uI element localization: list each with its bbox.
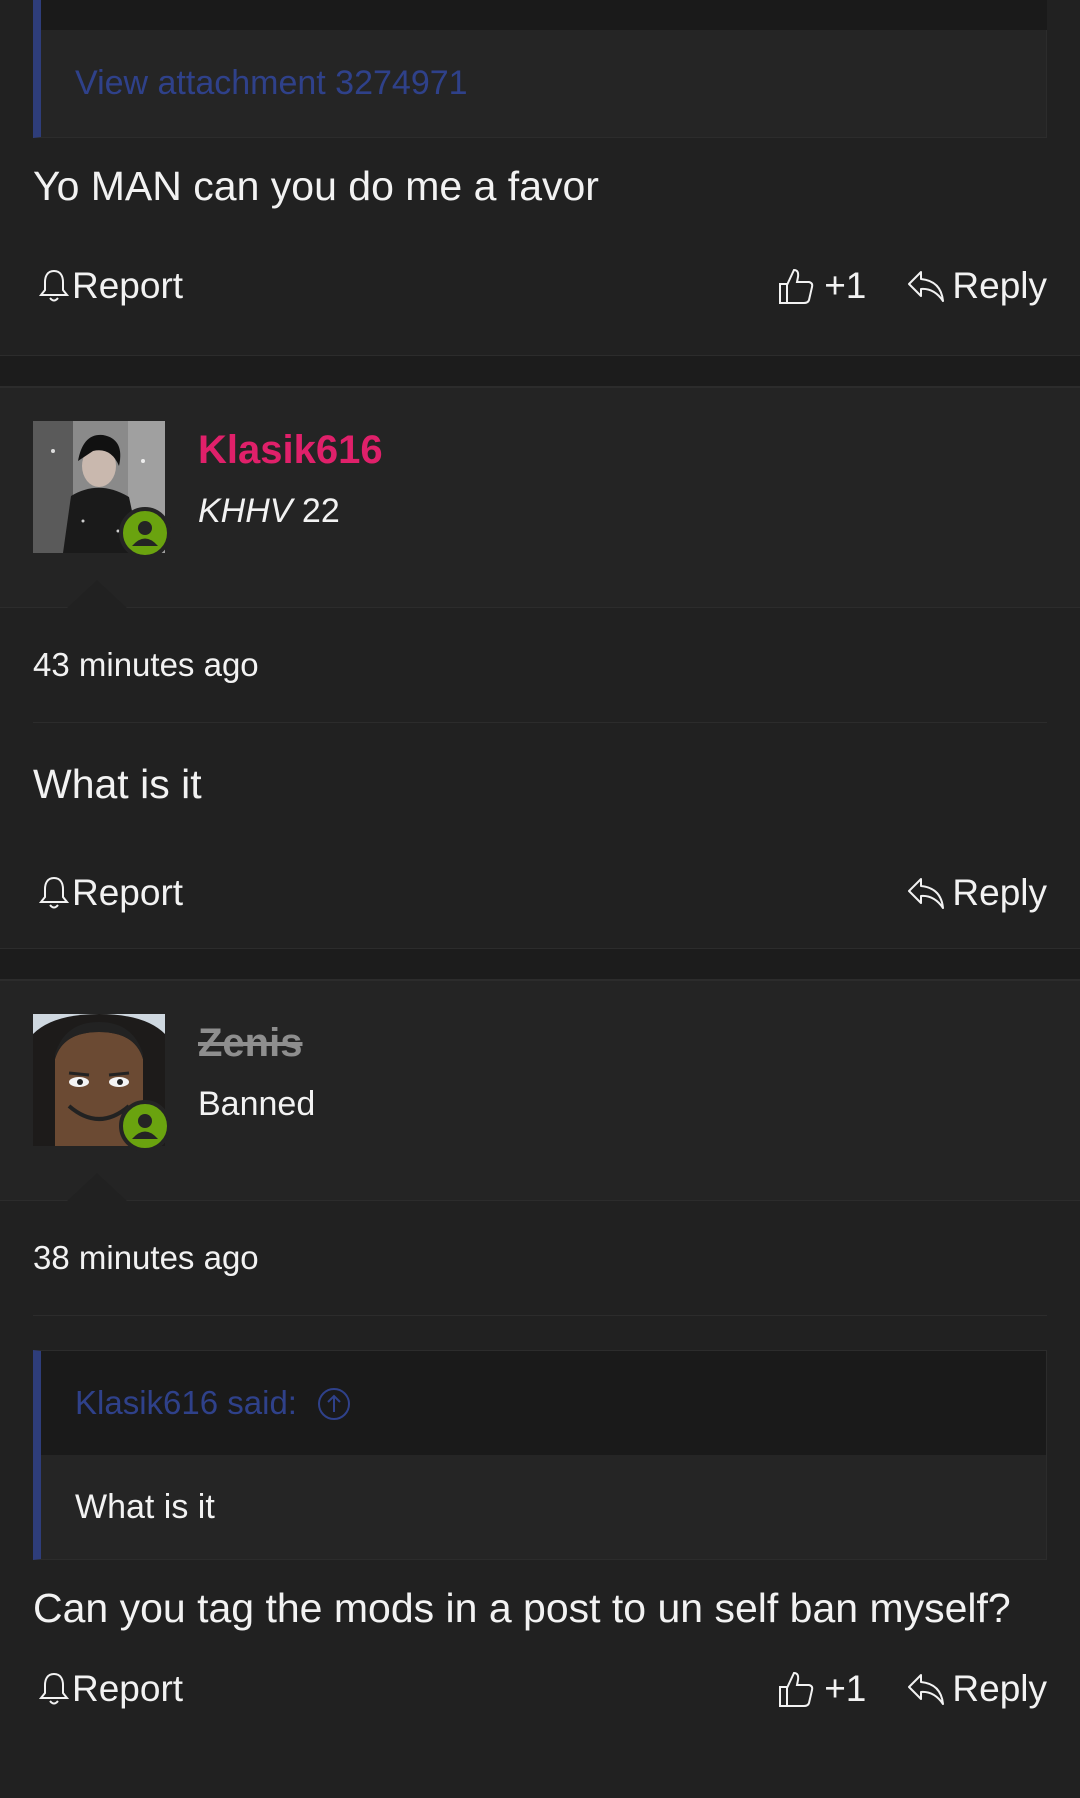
attachment-link[interactable]: View attachment 3274971 bbox=[41, 30, 1046, 137]
post-actions: Report Reply bbox=[0, 865, 1080, 921]
reply-arrow-icon bbox=[906, 875, 946, 911]
post-separator bbox=[0, 355, 1080, 387]
user-title-italic: KHHV bbox=[198, 492, 293, 530]
post-3: Zenis Banned 38 minutes ago Klasik616 sa… bbox=[0, 980, 1080, 1798]
like-count: +1 bbox=[824, 1668, 867, 1709]
reply-label: Reply bbox=[952, 1668, 1047, 1709]
like-button[interactable]: +1 bbox=[776, 1668, 866, 1710]
user-header: Klasik616 KHHV 22 bbox=[0, 387, 1080, 608]
post-actions: Report +1 Reply bbox=[0, 258, 1080, 314]
user-title: KHHV 22 bbox=[198, 492, 340, 531]
post-time[interactable]: 43 minutes ago bbox=[33, 608, 1047, 723]
report-button[interactable]: Report bbox=[38, 1668, 183, 1710]
thumbs-up-icon bbox=[776, 1669, 816, 1709]
reply-label: Reply bbox=[952, 265, 1047, 306]
report-label: Report bbox=[72, 872, 184, 913]
reply-arrow-icon bbox=[906, 1671, 946, 1707]
quote-author[interactable]: Klasik616 said: bbox=[41, 1351, 1046, 1455]
reply-button[interactable]: Reply bbox=[906, 265, 1047, 307]
quote-block: Klasik616 said: What is it bbox=[33, 1350, 1047, 1560]
like-button[interactable]: +1 bbox=[776, 265, 866, 307]
reply-label: Reply bbox=[952, 872, 1047, 913]
quote-top-strip bbox=[33, 0, 1047, 30]
bell-icon bbox=[38, 875, 70, 911]
report-label: Report bbox=[72, 265, 184, 306]
reply-button[interactable]: Reply bbox=[906, 872, 1047, 914]
post-2: Klasik616 KHHV 22 43 minutes ago What is… bbox=[0, 387, 1080, 948]
post-separator bbox=[0, 948, 1080, 980]
header-pointer bbox=[67, 1173, 127, 1201]
post-actions-right: +1 Reply bbox=[776, 1668, 1047, 1710]
quote-text: What is it bbox=[41, 1455, 1046, 1559]
bell-icon bbox=[38, 1671, 70, 1707]
post-message: Yo MAN can you do me a favor bbox=[33, 163, 599, 209]
post-actions-right: Reply bbox=[906, 872, 1047, 914]
arrow-up-circle-icon[interactable] bbox=[317, 1387, 350, 1420]
post-message: What is it bbox=[33, 761, 202, 807]
bell-icon bbox=[38, 268, 70, 304]
user-header: Zenis Banned bbox=[0, 980, 1080, 1201]
post-1: View attachment 3274971 Yo MAN can you d… bbox=[0, 0, 1080, 355]
post-actions: Report +1 Reply bbox=[0, 1661, 1080, 1717]
user-title-rest: 22 bbox=[292, 492, 340, 530]
reply-arrow-icon bbox=[906, 268, 946, 304]
post-actions-right: +1 Reply bbox=[776, 265, 1047, 307]
like-count: +1 bbox=[824, 265, 867, 306]
report-button[interactable]: Report bbox=[38, 872, 183, 914]
online-user-icon bbox=[119, 507, 171, 559]
username[interactable]: Klasik616 bbox=[198, 428, 383, 473]
post-message: Can you tag the mods in a post to un sel… bbox=[33, 1585, 1011, 1631]
header-pointer bbox=[67, 580, 127, 608]
report-label: Report bbox=[72, 1668, 184, 1709]
post-time[interactable]: 38 minutes ago bbox=[33, 1201, 1047, 1316]
reply-button[interactable]: Reply bbox=[906, 1668, 1047, 1710]
online-user-icon bbox=[119, 1100, 171, 1152]
username[interactable]: Zenis bbox=[198, 1021, 302, 1066]
user-title: Banned bbox=[198, 1085, 316, 1123]
thumbs-up-icon bbox=[776, 266, 816, 306]
quote-block: View attachment 3274971 bbox=[33, 30, 1047, 138]
quote-author-label: Klasik616 said: bbox=[75, 1384, 297, 1421]
report-button[interactable]: Report bbox=[38, 265, 183, 307]
